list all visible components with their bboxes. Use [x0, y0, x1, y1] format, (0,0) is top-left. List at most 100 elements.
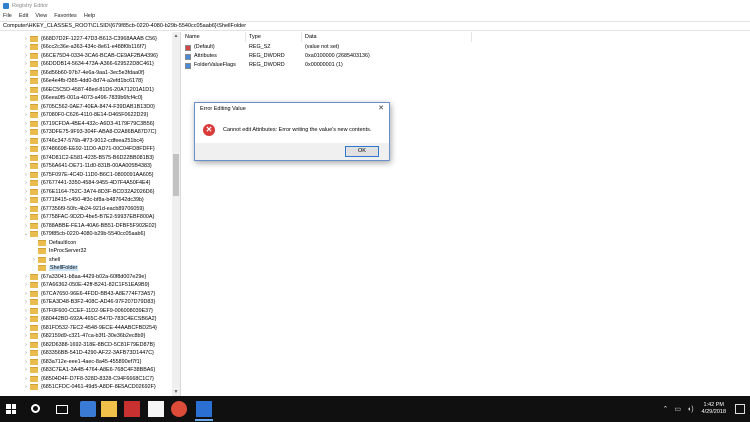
- value-row[interactable]: Attributes REG_DWORD 0xa0100000 (268540313…: [182, 52, 582, 61]
- expand-chevron-icon[interactable]: ›: [22, 95, 30, 101]
- scroll-thumb[interactable]: [173, 154, 179, 196]
- expand-chevron-icon[interactable]: ›: [22, 78, 30, 84]
- column-header-data[interactable]: Data: [302, 32, 472, 42]
- expand-chevron-icon[interactable]: ›: [22, 291, 30, 297]
- store-icon[interactable]: [148, 401, 164, 417]
- folder-icon: [30, 384, 38, 390]
- folder-icon: [30, 350, 38, 356]
- binary-value-icon: [185, 62, 191, 69]
- tree-item-label: {683a712e-eee1-4aec-8a45-455890ef7f1}: [41, 358, 142, 365]
- expand-chevron-icon[interactable]: ›: [22, 146, 30, 152]
- expand-chevron-icon[interactable]: ›: [22, 189, 30, 195]
- column-header-name[interactable]: Name: [182, 32, 246, 42]
- expand-chevron-icon[interactable]: ›: [22, 61, 30, 67]
- close-icon[interactable]: ✕: [378, 104, 384, 112]
- expand-chevron-icon[interactable]: ›: [22, 155, 30, 161]
- expand-chevron-icon[interactable]: ›: [22, 214, 30, 220]
- expand-chevron-icon[interactable]: ›: [22, 299, 30, 305]
- expand-chevron-icon[interactable]: ›: [22, 384, 30, 390]
- expand-chevron-icon[interactable]: ›: [22, 172, 30, 178]
- tree-item[interactable]: › {6851CFDC-0461-49d5-A8DF-8E5ACD02692F}: [22, 383, 156, 392]
- network-icon[interactable]: ▭: [674, 405, 681, 413]
- expand-chevron-icon[interactable]: ›: [22, 70, 30, 76]
- expand-chevron-icon[interactable]: ›: [22, 316, 30, 322]
- tree-item-label: {66eea0f5-001a-4073-a496-7839b6fcf4c0}: [41, 95, 143, 101]
- folder-icon: [30, 180, 38, 186]
- clock[interactable]: 1:42 PM 4/29/2018: [702, 402, 726, 417]
- edge-browser-icon[interactable]: [80, 401, 96, 417]
- expand-chevron-icon[interactable]: ›: [22, 87, 30, 93]
- expand-chevron-icon[interactable]: ›: [22, 121, 30, 127]
- tree-item-label: {668D7D2F-1227-47D3-B613-C3968AAAB C56}: [41, 35, 157, 42]
- address-bar[interactable]: Computer\HKEY_CLASSES_ROOT\CLSID\{679f85…: [0, 21, 750, 31]
- expand-chevron-icon[interactable]: ›: [22, 180, 30, 186]
- value-type: REG_DWORD: [249, 53, 285, 59]
- menu-view[interactable]: View: [35, 13, 47, 19]
- volume-icon[interactable]: ◖): [687, 406, 694, 413]
- expand-chevron-icon[interactable]: ›: [22, 44, 30, 50]
- registry-tree: › {668D7D2F-1227-47D3-B613-C3968AAAB C56}…: [0, 32, 181, 396]
- youtube-icon[interactable]: [124, 401, 140, 417]
- expand-chevron-icon[interactable]: ›: [22, 350, 30, 356]
- tree-item-label: {66d56b60-97b7-4e6a-9aa1-3ec5e3fdaa0f}: [41, 69, 145, 76]
- tray-overflow-icon[interactable]: ⌃: [662, 405, 668, 413]
- window-titlebar: Registry Editor: [0, 0, 750, 11]
- tree-item-label: {67a33041-b8aa-4429-b02a-60f8d007e29e}: [41, 273, 147, 280]
- notification-icon[interactable]: [735, 404, 745, 414]
- expand-chevron-icon[interactable]: ›: [22, 308, 30, 314]
- folder-icon: [30, 358, 38, 365]
- dialog-title: Error Editing Value: [200, 106, 246, 112]
- expand-chevron-icon[interactable]: ›: [22, 104, 30, 110]
- menu-help[interactable]: Help: [84, 13, 95, 19]
- expand-chevron-icon[interactable]: ›: [22, 376, 30, 382]
- column-header-type[interactable]: Type: [246, 32, 302, 42]
- expand-chevron-icon[interactable]: ›: [22, 325, 30, 331]
- value-row[interactable]: FolderValueFlags REG_DWORD 0x00000001 (1): [182, 61, 582, 70]
- expand-chevron-icon[interactable]: ›: [22, 138, 30, 144]
- ok-button[interactable]: OK: [345, 146, 379, 157]
- expand-chevron-icon[interactable]: ›: [22, 223, 30, 229]
- expand-chevron-icon[interactable]: ›: [22, 129, 30, 135]
- expand-chevron-icon[interactable]: ›: [22, 163, 30, 169]
- tree-item-label: {676E1164-752C-3A74-8D3F-BCD32A2026D6}: [41, 188, 155, 195]
- scroll-down-icon[interactable]: ▼: [172, 388, 180, 396]
- tree-item-label: {6788ABBE-FE1A-40A6-BB51-DFBF5F902E02}: [41, 222, 157, 229]
- tree-item-label: {682D6388-1692-318E-8BCD-5C81F79ED87B}: [41, 341, 155, 348]
- windows-start-icon[interactable]: [6, 404, 16, 414]
- tree-item-label: {683356BB-541D-4290-AF22-3AFB73D1447C}: [41, 350, 154, 356]
- folder-icon: [30, 146, 38, 152]
- error-dialog: Error Editing Value ✕ ✕ Cannot edit Attr…: [194, 102, 390, 161]
- tree-item-label: {67677441-3350-4584-9455-4D7F4A50F4E4}: [41, 180, 151, 186]
- expand-chevron-icon[interactable]: ›: [22, 282, 30, 288]
- menu-edit[interactable]: Edit: [19, 13, 28, 19]
- menu-file[interactable]: File: [3, 13, 12, 19]
- expand-chevron-icon[interactable]: ›: [22, 333, 30, 339]
- expand-chevron-icon[interactable]: ›: [22, 359, 30, 365]
- expand-chevron-icon[interactable]: ›: [22, 197, 30, 203]
- expand-chevron-icon[interactable]: ›: [30, 257, 38, 263]
- expand-chevron-icon[interactable]: ›: [22, 367, 30, 373]
- expanded-chevron-icon[interactable]: ⌄: [22, 231, 30, 237]
- tree-item-label: {66cc2c36e-a363-434c-8e61-e488f0b116f7}: [41, 44, 147, 50]
- menu-favorites[interactable]: Favorites: [54, 13, 77, 19]
- search-icon[interactable]: [31, 404, 40, 413]
- registry-editor-taskbar-icon[interactable]: [196, 401, 212, 417]
- expand-chevron-icon[interactable]: ›: [22, 53, 30, 59]
- expand-chevron-icon[interactable]: ›: [22, 112, 30, 118]
- value-row[interactable]: (Default) REG_SZ (value not set): [182, 43, 582, 52]
- folder-icon: [38, 239, 46, 246]
- expand-chevron-icon[interactable]: ›: [22, 36, 30, 42]
- tree-item-label: {682159d9-c321-47ca-b3f1-30e36b2ec8b9}: [41, 333, 146, 339]
- chrome-icon[interactable]: [171, 401, 187, 417]
- tree-item-label: {6719CFDA-4BE4-432c-A6D3-4179F79C3B56}: [41, 120, 155, 127]
- tree-scrollbar[interactable]: ▲ ▼: [172, 32, 180, 396]
- expand-chevron-icon[interactable]: ›: [22, 206, 30, 212]
- scroll-up-icon[interactable]: ▲: [172, 32, 180, 40]
- task-view-icon[interactable]: [56, 405, 68, 414]
- binary-value-icon: [185, 53, 191, 60]
- tree-item-label: {67486698-EE92-11D0-AD71-00C04FD8FDFF}: [41, 146, 155, 152]
- folder-icon: [30, 44, 38, 50]
- expand-chevron-icon[interactable]: ›: [22, 342, 30, 348]
- expand-chevron-icon[interactable]: ›: [22, 274, 30, 280]
- file-explorer-icon[interactable]: [101, 401, 117, 417]
